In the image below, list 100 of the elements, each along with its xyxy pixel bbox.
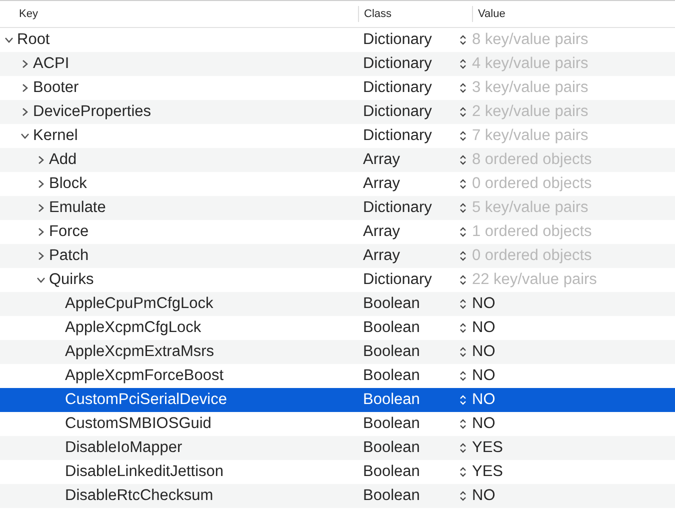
key-text: ACPI <box>33 55 70 73</box>
class-text: Boolean <box>363 487 420 504</box>
class-text: Dictionary <box>363 271 432 288</box>
key-text: Patch <box>49 247 89 265</box>
key-text: Force <box>49 223 89 241</box>
key-text: Root <box>17 31 50 49</box>
value-text: NO <box>472 391 496 409</box>
class-text: Boolean <box>363 367 420 384</box>
key-text: Kernel <box>33 127 78 145</box>
tree-row[interactable]: Patch Array 0 ordered objects <box>0 244 675 268</box>
tree-row[interactable]: DisableIoMapper Boolean YES <box>0 436 675 460</box>
stepper-icon[interactable] <box>459 58 467 70</box>
class-text: Array <box>363 151 400 168</box>
disclosure-chevron-icon[interactable] <box>36 179 46 189</box>
stepper-icon[interactable] <box>459 82 467 94</box>
stepper-icon[interactable] <box>459 274 467 286</box>
class-text: Array <box>363 223 400 240</box>
value-text: NO <box>472 319 496 337</box>
class-text: Boolean <box>363 463 420 480</box>
tree-row[interactable]: DisableRtcChecksum Boolean NO <box>0 484 675 508</box>
tree-row[interactable]: Booter Dictionary 3 key/value pairs <box>0 76 675 100</box>
tree-row[interactable]: AppleXcpmExtraMsrs Boolean NO <box>0 340 675 364</box>
stepper-icon[interactable] <box>459 346 467 358</box>
disclosure-chevron-icon[interactable] <box>20 59 30 69</box>
stepper-icon[interactable] <box>459 466 467 478</box>
stepper-icon[interactable] <box>459 250 467 262</box>
value-text: YES <box>472 439 504 457</box>
stepper-icon[interactable] <box>459 298 467 310</box>
stepper-icon[interactable] <box>459 130 467 142</box>
tree-row[interactable]: AppleCpuPmCfgLock Boolean NO <box>0 292 675 316</box>
class-text: Boolean <box>363 343 420 360</box>
key-text: Block <box>49 175 87 193</box>
disclosure-chevron-icon[interactable] <box>36 227 46 237</box>
class-text: Boolean <box>363 415 420 432</box>
key-text: DeviceProperties <box>33 103 152 121</box>
class-text: Array <box>363 175 400 192</box>
value-text: 8 key/value pairs <box>472 31 588 49</box>
column-header[interactable]: Class <box>358 6 472 22</box>
value-text: NO <box>472 487 496 505</box>
class-text: Dictionary <box>363 103 432 120</box>
stepper-icon[interactable] <box>459 202 467 214</box>
column-header[interactable]: Key <box>0 6 358 22</box>
disclosure-chevron-icon[interactable] <box>36 275 46 285</box>
value-text: NO <box>472 415 496 433</box>
key-text: CustomSMBIOSGuid <box>65 415 212 433</box>
key-text: AppleCpuPmCfgLock <box>65 295 214 313</box>
tree-row[interactable]: Kernel Dictionary 7 key/value pairs <box>0 124 675 148</box>
tree-row[interactable]: Block Array 0 ordered objects <box>0 172 675 196</box>
class-text: Dictionary <box>363 127 432 144</box>
tree-row[interactable]: DeviceProperties Dictionary 2 key/value pairs <box>0 100 675 124</box>
class-text: Boolean <box>363 319 420 336</box>
tree-row[interactable]: ACPI Dictionary 4 key/value pairs <box>0 52 675 76</box>
stepper-icon[interactable] <box>459 322 467 334</box>
key-text: AppleXcpmForceBoost <box>65 367 224 385</box>
stepper-icon[interactable] <box>459 226 467 238</box>
column-header[interactable]: Value <box>472 6 675 22</box>
tree-row[interactable]: AppleXcpmForceBoost Boolean NO <box>0 364 675 388</box>
class-text: Dictionary <box>363 199 432 216</box>
value-text: 4 key/value pairs <box>472 55 588 73</box>
disclosure-chevron-icon[interactable] <box>20 107 30 117</box>
stepper-icon[interactable] <box>459 370 467 382</box>
key-text: DisableRtcChecksum <box>65 487 214 505</box>
class-text: Array <box>363 247 400 264</box>
tree-row[interactable]: CustomSMBIOSGuid Boolean NO <box>0 412 675 436</box>
tree-row[interactable]: Add Array 8 ordered objects <box>0 148 675 172</box>
value-text: 3 key/value pairs <box>472 79 588 97</box>
class-text: Boolean <box>363 391 420 408</box>
tree-row[interactable]: Quirks Dictionary 22 key/value pairs <box>0 268 675 292</box>
stepper-icon[interactable] <box>459 106 467 118</box>
key-text: CustomPciSerialDevice <box>65 391 227 409</box>
tree-row[interactable]: CustomPciSerialDevice Boolean NO <box>0 388 675 412</box>
value-text: 7 key/value pairs <box>472 127 588 145</box>
stepper-icon[interactable] <box>459 418 467 430</box>
stepper-icon[interactable] <box>459 34 467 46</box>
stepper-icon[interactable] <box>459 490 467 502</box>
disclosure-chevron-icon[interactable] <box>36 203 46 213</box>
tree-row[interactable]: DisableLinkeditJettison Boolean YES <box>0 460 675 484</box>
disclosure-chevron-icon[interactable] <box>36 155 46 165</box>
tree-row[interactable]: AppleXcpmCfgLock Boolean NO <box>0 316 675 340</box>
class-text: Boolean <box>363 439 420 456</box>
tree-row[interactable]: Force Array 1 ordered objects <box>0 220 675 244</box>
disclosure-chevron-icon[interactable] <box>20 131 30 141</box>
class-text: Boolean <box>363 295 420 312</box>
value-text: 1 ordered objects <box>472 223 592 241</box>
value-text: YES <box>472 463 504 481</box>
key-text: Quirks <box>49 271 94 289</box>
disclosure-chevron-icon[interactable] <box>36 251 46 261</box>
disclosure-chevron-icon[interactable] <box>20 83 30 93</box>
tree-row[interactable]: Emulate Dictionary 5 key/value pairs <box>0 196 675 220</box>
key-text: AppleXcpmExtraMsrs <box>65 343 214 361</box>
stepper-icon[interactable] <box>459 154 467 166</box>
disclosure-chevron-icon[interactable] <box>4 35 14 45</box>
key-text: AppleXcpmCfgLock <box>65 319 202 337</box>
stepper-icon[interactable] <box>459 178 467 190</box>
class-text: Dictionary <box>363 31 432 48</box>
stepper-icon[interactable] <box>459 442 467 454</box>
key-text: Emulate <box>49 199 106 217</box>
value-text: 0 ordered objects <box>472 247 592 265</box>
value-text: 5 key/value pairs <box>472 199 588 217</box>
tree-row[interactable]: Root Dictionary 8 key/value pairs <box>0 28 675 52</box>
